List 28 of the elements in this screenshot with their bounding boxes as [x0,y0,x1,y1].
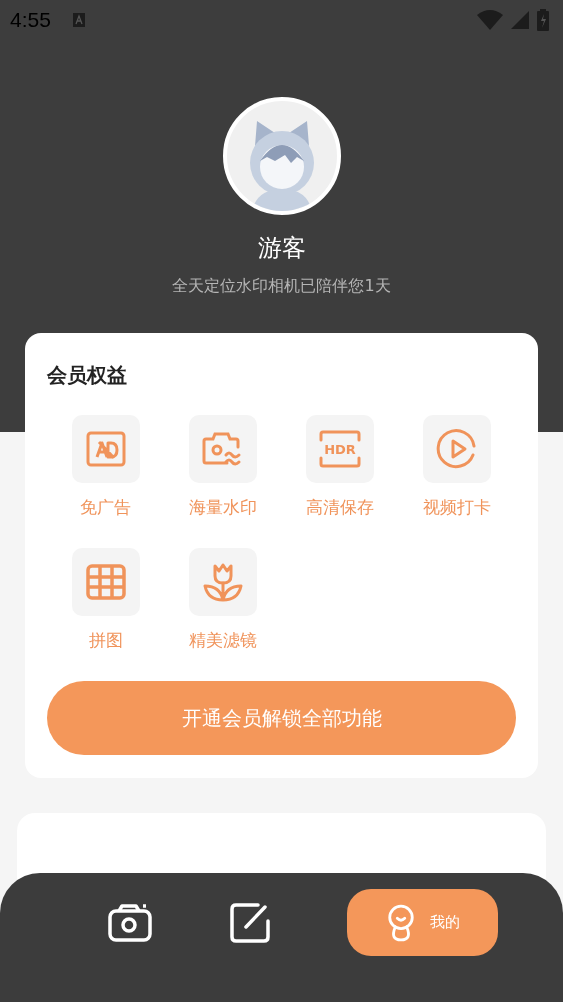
companion-days-text: 全天定位水印相机已陪伴您1天 [172,275,391,297]
battery-icon [537,9,549,31]
no-ads-icon-tile[interactable] [71,415,140,483]
wifi-icon [477,10,503,30]
benefit-label: 高清保存 [306,496,375,519]
status-time: 4:55 [10,8,51,32]
signal-icon [511,11,529,29]
collage-icon-tile[interactable] [71,548,140,616]
benefit-label: 精美滤镜 [188,629,257,652]
hdr-icon-tile[interactable]: HDR [306,415,375,483]
grid-icon [85,564,126,600]
camera-icon [108,903,152,942]
benefit-label: 海量水印 [188,496,257,519]
card-title: 会员权益 [47,362,128,389]
edit-icon [230,902,270,943]
video-icon-tile[interactable] [423,415,492,483]
unlock-membership-button[interactable]: 开通会员解锁全部功能 [47,681,516,755]
nav-tab[interactable]: 我的 [347,889,498,956]
ad-block-icon [85,431,126,467]
user-name: 游客 [257,233,306,263]
watermark-icon-tile[interactable] [188,415,257,483]
benefit-label: 视频打卡 [423,496,492,519]
person-icon [385,903,416,942]
benefit-label: 免广告 [80,496,132,519]
notification-icon [72,13,85,27]
benefit-label: 拼图 [88,629,123,652]
tulip-icon [201,562,244,602]
filter-icon-tile[interactable] [188,548,257,616]
